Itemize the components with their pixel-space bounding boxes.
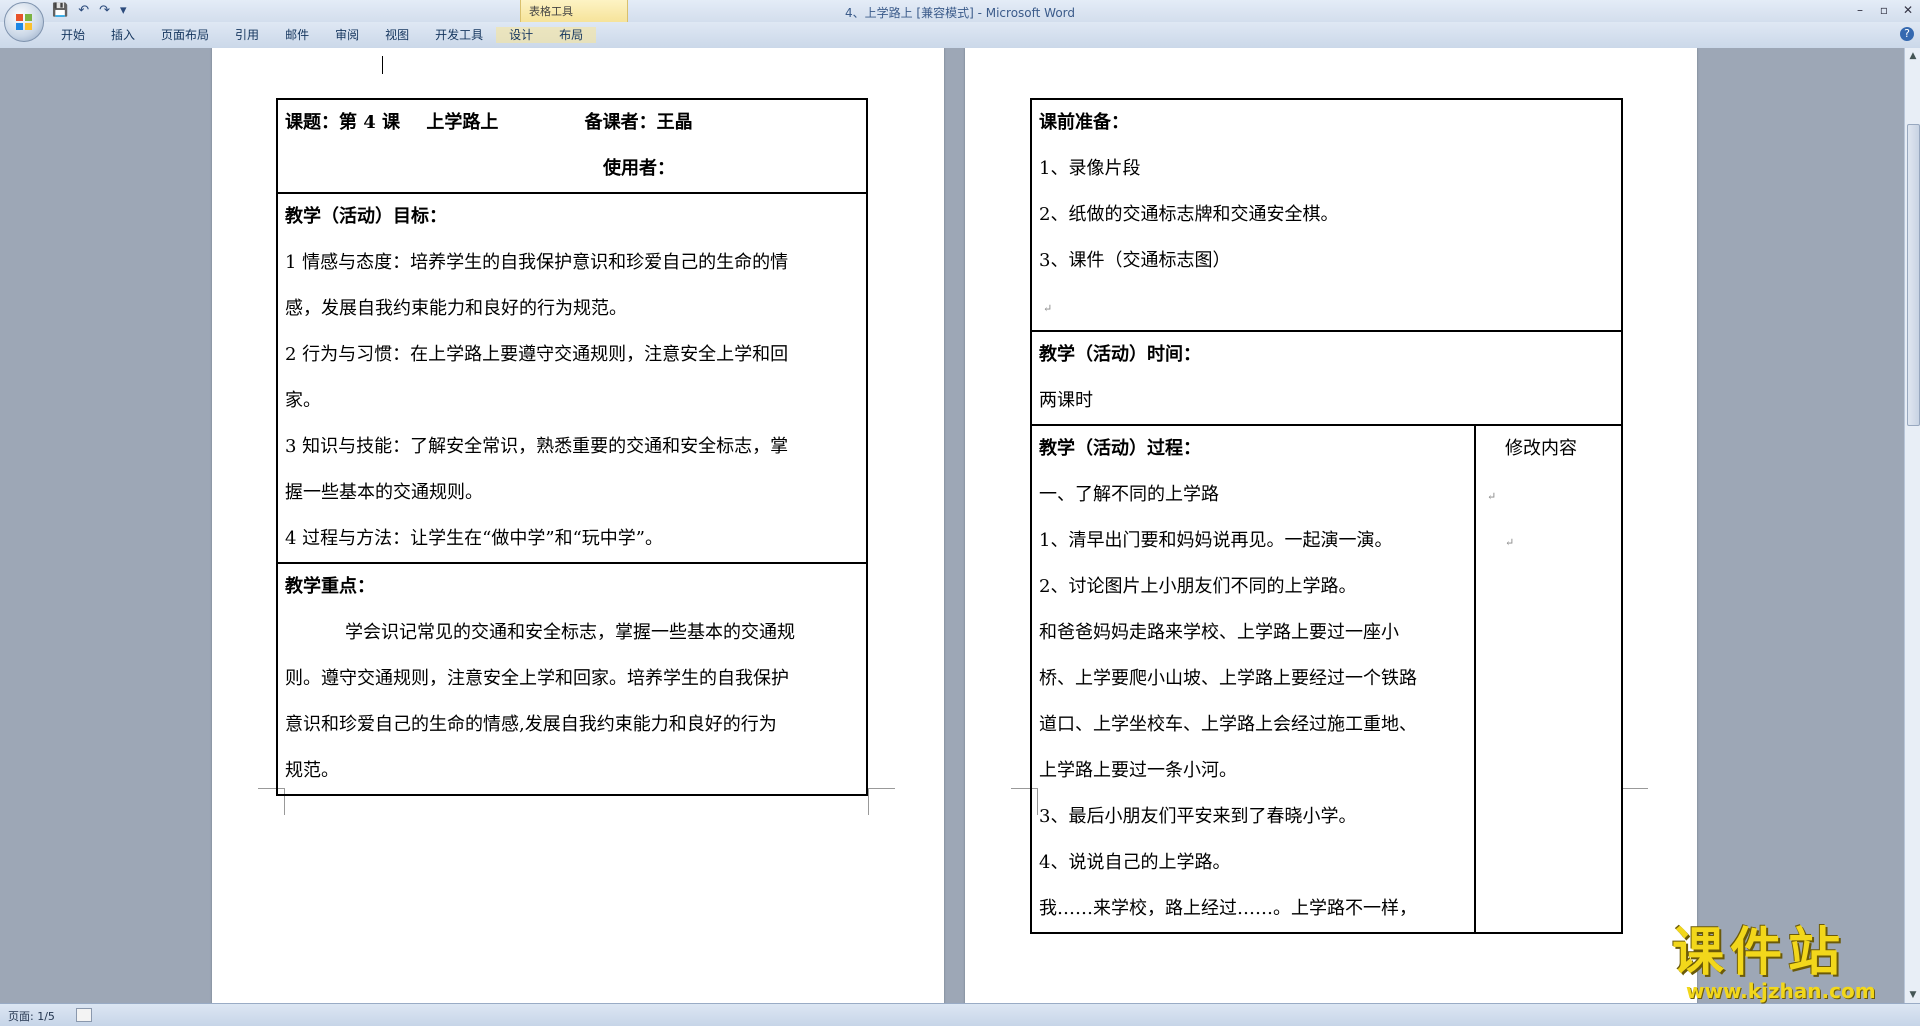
process-line: 一、了解不同的上学路 [1039,484,1219,505]
watermark-text: 课件站 [1672,923,1847,983]
status-bar: 页面: 1/5 [0,1003,1920,1026]
time-cell[interactable]: 教学（活动）时间： 两课时 [1030,330,1623,426]
course-title: 上学路上 [426,112,499,133]
tab-developer[interactable]: 开发工具 [422,27,496,43]
window-controls: – ▫ ✕ [1848,0,1920,22]
key-points-line: 规范。 [285,760,339,781]
header-cell[interactable]: 课题：第 4 课 上学路上 备课者：王晶 使用者： [276,98,868,194]
minimize-button[interactable]: – [1848,0,1872,22]
vertical-scrollbar[interactable]: ▲ ▼ [1904,48,1920,1003]
key-points-line: 意识和珍爱自己的生命的情感,发展自我约束能力和良好的行为 [285,714,777,735]
time-value: 两课时 [1039,390,1093,411]
goals-cell[interactable]: 教学（活动）目标： 1 情感与态度：培养学生的自我保护意识和珍爱自己的生命的情 … [276,192,868,564]
preparer-label: 备课者：王晶 [584,112,693,133]
key-points-line: 则。遵守交通规则，注意安全上学和回家。培养学生的自我保护 [285,668,789,689]
process-line: 上学路上要过一条小河。 [1039,760,1237,781]
preparation-line: 2、纸做的交通标志牌和交通安全棋。 [1039,204,1339,225]
page-count-status[interactable]: 页面: 1/5 [8,1008,55,1024]
tab-references[interactable]: 引用 [222,27,272,43]
goals-heading: 教学（活动）目标： [285,206,447,227]
document-area[interactable]: 课题：第 4 课 上学路上 备课者：王晶 使用者： 教学（活动）目标： 1 情感… [0,48,1904,1003]
ribbon: 开始 插入 页面布局 引用 邮件 审阅 视图 开发工具 设计 布局 ? [0,22,1920,49]
paragraph-mark: ↵ [1487,490,1497,503]
close-button[interactable]: ✕ [1896,0,1920,22]
scroll-down-icon[interactable]: ▼ [1907,989,1919,1001]
preparation-line: 1、录像片段 [1039,158,1141,179]
process-line: 1、清早出门要和妈妈说再见。一起演一演。 [1039,530,1393,551]
header-line-1: 课题：第 4 课 上学路上 备课者：王晶 [285,100,859,146]
empty-paragraph: ↵ [1483,518,1614,564]
empty-paragraph: ↵ [1483,472,1614,518]
tab-insert[interactable]: 插入 [98,27,148,43]
preparation-line: 3、课件（交通标志图） [1039,250,1231,271]
process-line: 3、最后小朋友们平安来到了春晓小学。 [1039,806,1357,827]
help-icon[interactable]: ? [1900,27,1914,41]
window-title: 4、上学路上 [兼容模式] - Microsoft Word [844,6,1076,20]
header-line-2: 使用者： [285,146,859,192]
scrollbar-thumb[interactable] [1907,124,1920,426]
watermark-logo: 课件站 www.kjzhan.com [1668,923,1908,1003]
goals-line: 感，发展自我约束能力和良好的行为规范。 [285,298,627,319]
goals-line: 2 行为与习惯：在上学路上要遵守交通规则，注意安全上学和回 [285,344,789,365]
preparation-heading: 课前准备： [1039,112,1129,133]
tab-review[interactable]: 审阅 [322,27,372,43]
goals-line: 1 情感与态度：培养学生的自我保护意识和珍爱自己的生命的情 [285,252,789,273]
goals-line: 3 知识与技能：了解安全常识，熟悉重要的交通和安全标志，掌 [285,436,789,457]
process-cell[interactable]: 教学（活动）过程： 一、了解不同的上学路 1、清早出门要和妈妈说再见。一起演一演… [1030,424,1476,934]
revision-cell[interactable]: 修改内容 ↵ ↵ [1474,424,1623,934]
revision-heading: 修改内容 [1505,438,1577,459]
process-line: 和爸爸妈妈走路来学校、上学路上要过一座小 [1039,622,1399,643]
goals-line: 4 过程与方法：让学生在“做中学”和“玩中学”。 [285,528,663,549]
tab-design[interactable]: 设计 [496,27,547,43]
title-bar: 💾 ↶ ↷ ▾ 表格工具 4、上学路上 [兼容模式] - Microsoft W… [0,0,1920,22]
user-label: 使用者： [603,158,675,179]
watermark-url: www.kjzhan.com [1686,979,1876,1003]
process-heading: 教学（活动）过程： [1039,438,1201,459]
tab-home[interactable]: 开始 [48,27,98,43]
office-button[interactable] [4,2,44,42]
paragraph-mark: ↵ [1505,536,1515,549]
lesson-table-right[interactable]: 课前准备： 1、录像片段 2、纸做的交通标志牌和交通安全棋。 3、课件（交通标志… [1030,98,1623,934]
tab-view[interactable]: 视图 [372,27,422,43]
course-label: 课题：第 4 课 [285,112,401,133]
tab-page-layout[interactable]: 页面布局 [148,27,222,43]
goals-line: 家。 [285,390,321,411]
process-line: 道口、上学坐校车、上学路上会经过施工重地、 [1039,714,1417,735]
ribbon-tabs: 开始 插入 页面布局 引用 邮件 审阅 视图 开发工具 设计 布局 [48,27,597,43]
office-logo-icon [16,14,32,30]
preparation-cell[interactable]: 课前准备： 1、录像片段 2、纸做的交通标志牌和交通安全棋。 3、课件（交通标志… [1030,98,1623,332]
lesson-table-left[interactable]: 课题：第 4 课 上学路上 备课者：王晶 使用者： 教学（活动）目标： 1 情感… [276,98,868,796]
key-points-cell[interactable]: 教学重点： 学会识记常见的交通和安全标志，掌握一些基本的交通规 则。遵守交通规则… [276,562,868,796]
time-heading: 教学（活动）时间： [1039,344,1201,365]
goals-line: 握一些基本的交通规则。 [285,482,483,503]
scroll-up-icon[interactable]: ▲ [1907,50,1919,62]
process-line: 2、讨论图片上小朋友们不同的上学路。 [1039,576,1357,597]
process-line: 桥、上学要爬小山坡、上学路上要经过一个铁路 [1039,668,1417,689]
tab-layout[interactable]: 布局 [546,27,597,43]
crop-mark [1621,788,1648,815]
process-line: 4、说说自己的上学路。 [1039,852,1231,873]
paragraph-mark: ↵ [1043,302,1053,315]
text-cursor [382,56,383,74]
page-1[interactable]: 课题：第 4 课 上学路上 备课者：王晶 使用者： 教学（活动）目标： 1 情感… [212,48,944,1003]
key-points-line: 学会识记常见的交通和安全标志，掌握一些基本的交通规 [345,622,795,643]
proofing-icon[interactable] [76,1008,92,1022]
process-line: 我……来学校，路上经过……。上学路不一样， [1039,898,1417,919]
page-2[interactable]: 课前准备： 1、录像片段 2、纸做的交通标志牌和交通安全棋。 3、课件（交通标志… [965,48,1697,1003]
restore-button[interactable]: ▫ [1872,0,1896,22]
key-points-heading: 教学重点： [285,576,375,597]
empty-paragraph: ↵ [1039,284,1614,330]
tab-mailings[interactable]: 邮件 [272,27,322,43]
crop-mark [868,788,895,815]
